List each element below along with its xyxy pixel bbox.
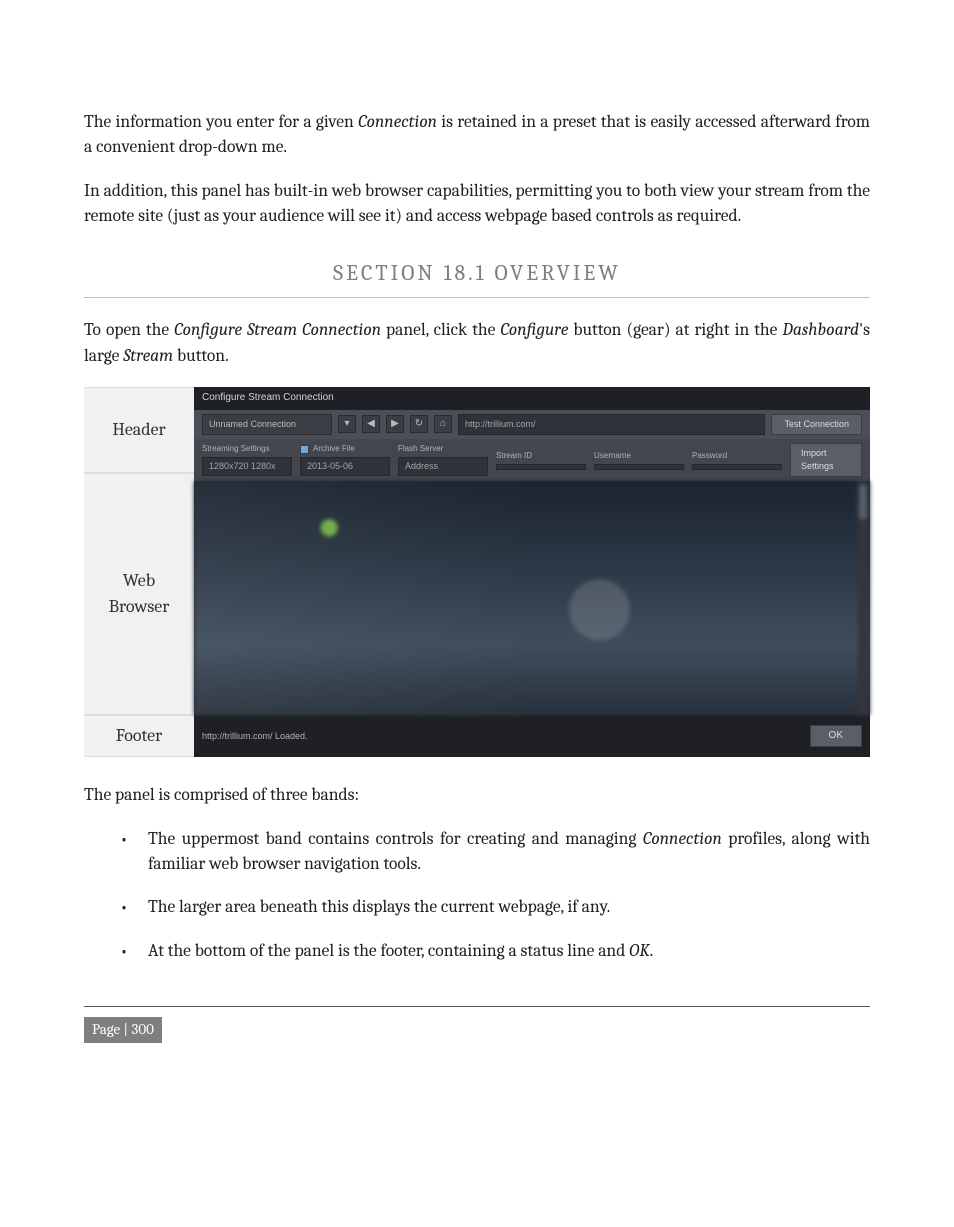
password-group: Password (692, 450, 782, 470)
username-field[interactable] (594, 464, 684, 470)
em: Configure Stream Connection (174, 320, 381, 340)
figure-label-browser: Web Browser (84, 473, 194, 715)
paragraph-4: The panel is comprised of three bands: (84, 783, 870, 808)
nav-forward-icon[interactable]: ▶ (386, 415, 404, 433)
archive-file-label: Archive File (313, 443, 355, 455)
reload-icon[interactable]: ↻ (410, 415, 428, 433)
password-field[interactable] (692, 464, 782, 470)
status-line: http://trillium.com/ Loaded. (202, 730, 308, 743)
paragraph-1: The information you enter for a given Co… (84, 110, 870, 161)
em: Connection (643, 829, 722, 849)
text: The uppermost band contains controls for… (148, 829, 643, 849)
section-title: SECTION 18.1 OVERVIEW (84, 258, 870, 290)
paragraph-3: To open the Configure Stream Connection … (84, 318, 870, 369)
em: Configure (500, 320, 568, 340)
flash-server-group: Flash Server Address (398, 443, 488, 476)
text: . (650, 941, 654, 961)
password-label: Password (692, 450, 782, 462)
panel-header-row-2: Streaming Settings 1280x720 1280x Archiv… (194, 439, 870, 481)
text: At the bottom of the panel is the footer… (148, 941, 629, 961)
page-footer-rule (84, 1006, 870, 1007)
bullet-item-1: The uppermost band contains controls for… (120, 827, 870, 878)
archive-file-checkbox[interactable] (300, 445, 309, 454)
em-connection: Connection (358, 112, 437, 132)
figure-label-header: Header (84, 387, 194, 473)
flash-server-label: Flash Server (398, 443, 488, 455)
connection-name-field[interactable]: Unnamed Connection (202, 414, 332, 435)
archive-file-group: Archive File 2013-05-06 (300, 443, 390, 476)
scrollbar-thumb[interactable] (859, 485, 867, 519)
stream-config-panel: Configure Stream Connection Unnamed Conn… (194, 387, 870, 757)
figure: Header Web Browser Footer Configure Stre… (84, 387, 870, 757)
paragraph-2: In addition, this panel has built-in web… (84, 179, 870, 230)
text: button (gear) at right in the (568, 320, 782, 340)
dropdown-icon[interactable]: ▾ (338, 415, 356, 433)
ok-button[interactable]: OK (810, 725, 862, 748)
em: Stream (123, 346, 173, 366)
bullet-item-3: At the bottom of the panel is the footer… (120, 939, 870, 964)
stream-id-group: Stream ID (496, 450, 586, 470)
resolution-field[interactable]: 1280x720 1280x (202, 457, 292, 476)
archive-date-field[interactable]: 2013-05-06 (300, 457, 390, 476)
streaming-settings-label: Streaming Settings (202, 443, 292, 455)
page-number: Page | 300 (84, 1017, 162, 1043)
embedded-browser-viewport[interactable] (194, 481, 870, 715)
address-field[interactable]: Address (398, 457, 488, 476)
text: button. (173, 346, 229, 366)
bullet-list: The uppermost band contains controls for… (120, 827, 870, 965)
streaming-settings-group: Streaming Settings 1280x720 1280x (202, 443, 292, 476)
figure-label-footer: Footer (84, 715, 194, 757)
em: OK (629, 941, 649, 961)
stream-id-field[interactable] (496, 464, 586, 470)
address-bar[interactable]: http://trillium.com/ (458, 414, 765, 435)
text: The information you enter for a given (84, 112, 358, 132)
import-settings-button[interactable]: Import Settings (790, 443, 862, 477)
text: panel, click the (381, 320, 500, 340)
panel-titlebar: Configure Stream Connection (194, 387, 870, 410)
text: To open the (84, 320, 174, 340)
em: Dashboard (782, 320, 859, 340)
section-rule (84, 297, 870, 298)
test-connection-button[interactable]: Test Connection (771, 414, 862, 435)
scrollbar-vertical[interactable] (858, 481, 868, 715)
stream-id-label: Stream ID (496, 450, 586, 462)
bullet-item-2: The larger area beneath this displays th… (120, 895, 870, 920)
home-icon[interactable]: ⌂ (434, 415, 452, 433)
nav-back-icon[interactable]: ◀ (362, 415, 380, 433)
username-group: Username (594, 450, 684, 470)
username-label: Username (594, 450, 684, 462)
panel-footer: http://trillium.com/ Loaded. OK (194, 715, 870, 757)
figure-labels-column: Header Web Browser Footer (84, 387, 194, 757)
panel-header-row-1: Unnamed Connection ▾ ◀ ▶ ↻ ⌂ http://tril… (194, 410, 870, 439)
